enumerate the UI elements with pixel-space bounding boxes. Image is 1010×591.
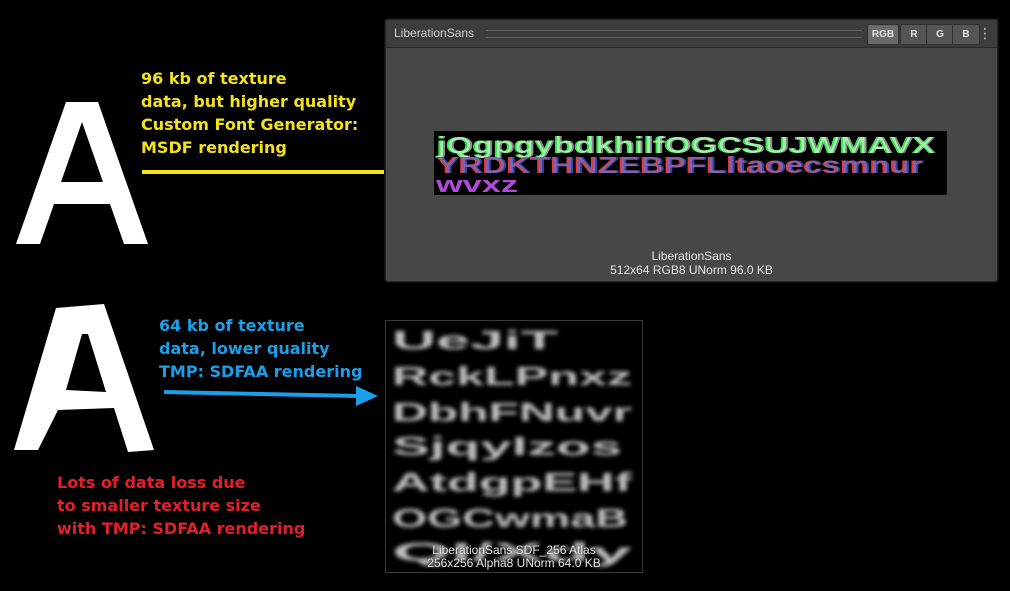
msdf-annotation-line: MSDF rendering xyxy=(141,138,287,157)
sdf-texture-info: 256x256 Alpha8 UNorm 64.0 KB xyxy=(427,556,601,570)
sdf-atlas-preview: UeJiT RckLPnxz DbhFNuvr SjqyIzos AtdgpEH… xyxy=(385,320,643,573)
channel-b-button[interactable]: B xyxy=(952,24,980,45)
sdf-atlas-row: RckLPnxz xyxy=(392,361,632,391)
msdf-atlas-row: wvxz xyxy=(434,172,518,195)
drag-grip[interactable] xyxy=(486,30,862,38)
sdf-atlas-row: AtdgpEHf xyxy=(392,467,633,497)
sdf-annotation-line: 64 kb of texture xyxy=(159,316,305,335)
channel-rgb-button[interactable]: RGB xyxy=(867,24,899,45)
data-loss-annotation-line: to smaller texture size xyxy=(57,496,261,515)
sdf-atlas-row: UeJiT xyxy=(392,325,558,355)
sdf-arrow xyxy=(163,386,378,406)
more-vertical-icon[interactable]: ⋮ xyxy=(978,24,992,43)
sdf-atlas-row: SjqyIzos xyxy=(392,431,622,461)
data-loss-annotation-line: Lots of data loss due xyxy=(57,473,246,492)
texture-preview-panel: LiberationSans RGB R G B ⋮ jQgpgybdkhilf… xyxy=(385,19,998,282)
channel-r-button[interactable]: R xyxy=(900,24,928,45)
preview-toolbar: LiberationSans RGB R G B ⋮ xyxy=(386,20,997,48)
sdf-annotation-line: data, lower quality xyxy=(159,339,330,358)
msdf-letter-a-sample xyxy=(16,102,148,244)
preview-texture-info: 512x64 RGB8 UNorm 96.0 KB xyxy=(610,263,773,277)
preview-texture-name: LiberationSans xyxy=(651,249,732,263)
msdf-annotation-line: data, but higher quality xyxy=(141,92,357,111)
data-loss-annotation-line: with TMP: SDFAA rendering xyxy=(57,519,306,538)
msdf-annotation: 96 kb of texture data, but higher qualit… xyxy=(141,67,358,159)
sdf-atlas-row: OGCwmaB xyxy=(392,503,628,533)
channel-g-button[interactable]: G xyxy=(926,24,954,45)
msdf-annotation-line: Custom Font Generator: xyxy=(141,115,359,134)
data-loss-annotation: Lots of data loss due to smaller texture… xyxy=(57,471,305,540)
msdf-atlas-texture: jQgpgybdkhilfOGCSUJWMAVX jQgpgybdkhilfOG… xyxy=(434,131,947,195)
preview-title: LiberationSans xyxy=(394,26,475,40)
sdf-atlas-texture: UeJiT RckLPnxz DbhFNuvr SjqyIzos AtdgpEH… xyxy=(392,325,634,567)
sdf-annotation: 64 kb of texture data, lower quality TMP… xyxy=(159,314,362,383)
sdf-atlas-row: DbhFNuvr xyxy=(392,397,632,427)
sdf-annotation-line: TMP: SDFAA rendering xyxy=(159,362,363,381)
msdf-annotation-line: 96 kb of texture xyxy=(141,69,287,88)
msdf-arrow xyxy=(142,162,422,182)
sdf-letter-a-sample xyxy=(14,304,154,452)
sdf-atlas-caption: LiberationSans SDF_256 Atlas 256x256 Alp… xyxy=(386,544,642,570)
